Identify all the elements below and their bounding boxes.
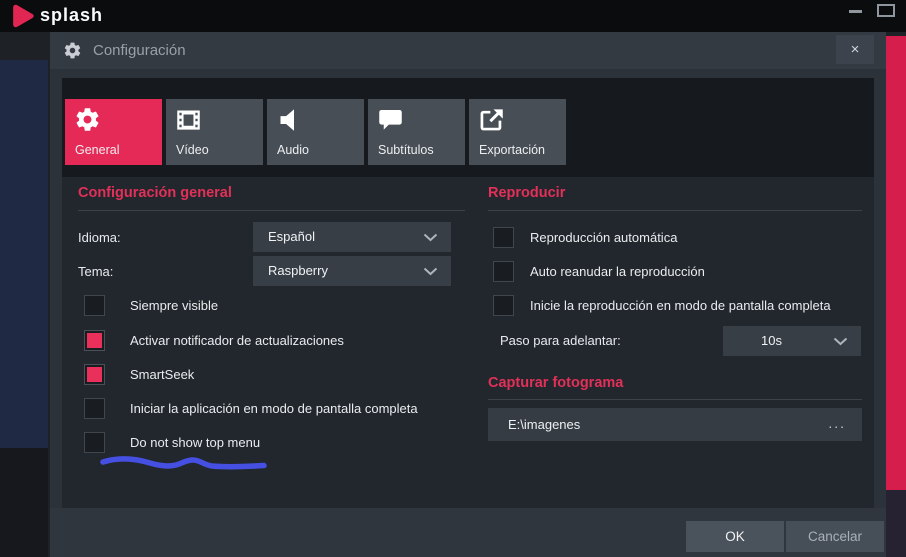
smartseek-checkbox[interactable] <box>84 364 105 385</box>
chevron-down-icon <box>423 267 438 276</box>
checkbox-label: Do not show top menu <box>130 432 260 454</box>
start-fullscreen-checkbox[interactable] <box>84 398 105 419</box>
checkbox-label: Iniciar la aplicación en modo de pantall… <box>130 398 418 420</box>
checkbox-label: Auto reanudar la reproducción <box>530 261 705 283</box>
ok-button[interactable]: OK <box>686 521 784 552</box>
checkbox-label: Siempre visible <box>130 295 218 317</box>
gear-icon <box>63 41 82 60</box>
browse-button[interactable]: ... <box>828 408 846 438</box>
capture-path-value: E:\imagenes <box>508 408 580 441</box>
speech-bubble-icon <box>377 106 404 133</box>
update-notifier-checkbox[interactable] <box>84 330 105 351</box>
language-value: Español <box>268 222 315 252</box>
checkbox-label: Reproducción automática <box>530 227 677 249</box>
divider <box>488 399 862 400</box>
tab-subtitles[interactable]: Subtítulos <box>368 99 465 165</box>
dialog-footer: OK Cancelar <box>50 508 886 557</box>
dialog-title: Configuración <box>93 42 186 59</box>
capture-path-field[interactable]: E:\imagenes ... <box>488 408 862 441</box>
background-pink-strip <box>886 36 906 490</box>
section-title-playback: Reproducir <box>488 185 565 201</box>
auto-resume-checkbox[interactable] <box>493 261 514 282</box>
theme-value: Raspberry <box>268 256 328 286</box>
annotation-underline <box>98 453 276 473</box>
configuration-dialog: Configuración × General Vídeo Audio <box>50 32 886 557</box>
language-select[interactable]: Español <box>253 222 451 252</box>
hide-top-menu-checkbox[interactable] <box>84 432 105 453</box>
chevron-down-icon <box>423 233 438 242</box>
background-navy-panel <box>0 60 48 448</box>
dialog-header: Configuración × <box>50 32 886 69</box>
tab-export[interactable]: Exportación <box>469 99 566 165</box>
autoplay-checkbox[interactable] <box>493 227 514 248</box>
divider <box>488 210 862 211</box>
tab-general[interactable]: General <box>65 99 162 165</box>
app-logo-text: splash <box>40 5 103 26</box>
theme-label: Tema: <box>78 264 113 279</box>
tab-label: General <box>75 143 119 157</box>
step-forward-value: 10s <box>761 326 782 356</box>
chevron-down-icon <box>833 337 848 346</box>
background-right-lower <box>886 490 906 557</box>
film-icon <box>175 106 202 133</box>
checkbox-label: Activar notificador de actualizaciones <box>130 330 344 352</box>
always-visible-checkbox[interactable] <box>84 295 105 316</box>
minimize-icon[interactable] <box>849 10 862 13</box>
checkbox-label: SmartSeek <box>130 364 194 386</box>
language-label: Idioma: <box>78 230 121 245</box>
speaker-icon <box>276 106 303 133</box>
section-title-capture: Capturar fotograma <box>488 375 623 391</box>
app-titlebar: splash <box>0 0 906 32</box>
play-fullscreen-checkbox[interactable] <box>493 295 514 316</box>
tab-bar: General Vídeo Audio Subtítulos <box>62 78 874 177</box>
background-left-lower <box>0 448 48 557</box>
tab-video[interactable]: Vídeo <box>166 99 263 165</box>
tab-label: Vídeo <box>176 143 209 157</box>
section-title-general: Configuración general <box>78 185 232 201</box>
export-icon <box>478 106 505 133</box>
maximize-icon[interactable] <box>877 4 895 17</box>
tab-label: Subtítulos <box>378 143 434 157</box>
step-forward-label: Paso para adelantar: <box>500 333 621 348</box>
tab-audio[interactable]: Audio <box>267 99 364 165</box>
play-icon <box>8 4 34 28</box>
checkbox-label: Inicie la reproducción en modo de pantal… <box>530 295 831 317</box>
theme-select[interactable]: Raspberry <box>253 256 451 286</box>
divider <box>78 210 465 211</box>
gear-icon <box>74 106 101 133</box>
step-forward-select[interactable]: 10s <box>723 326 861 356</box>
cancel-button[interactable]: Cancelar <box>786 521 884 552</box>
close-icon[interactable]: × <box>836 35 874 64</box>
tab-label: Audio <box>277 143 309 157</box>
tab-label: Exportación <box>479 143 545 157</box>
